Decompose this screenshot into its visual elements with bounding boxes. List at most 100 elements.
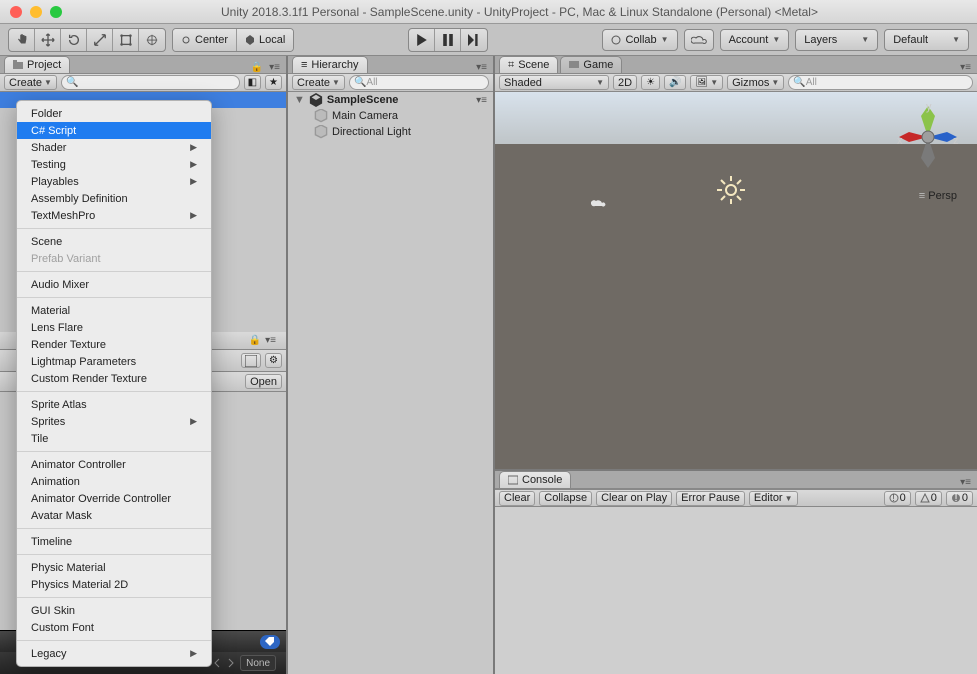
- menu-item-tile[interactable]: Tile: [17, 430, 211, 447]
- collab-button[interactable]: Collab▼: [602, 29, 677, 51]
- open-button[interactable]: Open: [245, 374, 282, 389]
- menu-item-physics-material-2d[interactable]: Physics Material 2D: [17, 576, 211, 593]
- hand-tool[interactable]: [9, 29, 35, 51]
- project-search[interactable]: 🔍: [61, 75, 240, 90]
- fx-toggle[interactable]: 🖼▼: [690, 75, 723, 90]
- menu-item-gui-skin[interactable]: GUI Skin: [17, 602, 211, 619]
- panel-menu[interactable]: ▾≡: [269, 62, 280, 73]
- play-button[interactable]: [409, 29, 435, 51]
- svg-text:z: z: [953, 135, 959, 147]
- scene-tab[interactable]: ⌗Scene: [499, 56, 558, 73]
- move-tool[interactable]: [35, 29, 61, 51]
- light-toggle[interactable]: ☀: [641, 75, 660, 90]
- project-create-button[interactable]: Create▼: [4, 75, 57, 90]
- draw-mode-select[interactable]: Shaded▼: [499, 75, 609, 90]
- menu-item-shader[interactable]: Shader▶: [17, 139, 211, 156]
- audio-toggle[interactable]: 🔊: [664, 75, 686, 90]
- menu-item-material[interactable]: Material: [17, 302, 211, 319]
- menu-item-avatar-mask[interactable]: Avatar Mask: [17, 507, 211, 524]
- panel-menu[interactable]: ▾≡: [265, 335, 276, 346]
- layers-button[interactable]: Layers▼: [795, 29, 878, 51]
- hierarchy-item[interactable]: Directional Light: [288, 124, 493, 140]
- menu-item-audio-mixer[interactable]: Audio Mixer: [17, 276, 211, 293]
- menu-item-lightmap-parameters[interactable]: Lightmap Parameters: [17, 353, 211, 370]
- panel-menu[interactable]: ▾≡: [960, 477, 971, 488]
- scale-tool[interactable]: [87, 29, 113, 51]
- menu-item-playables[interactable]: Playables▶: [17, 173, 211, 190]
- 2d-toggle[interactable]: 2D: [613, 75, 637, 90]
- chevron-left-icon[interactable]: [212, 658, 222, 668]
- inspector-icon[interactable]: [241, 353, 261, 368]
- scene-row[interactable]: ▼ SampleScene ▾≡: [288, 92, 493, 108]
- menu-item-testing[interactable]: Testing▶: [17, 156, 211, 173]
- game-icon: [569, 60, 579, 70]
- favorite-icon[interactable]: ★: [265, 75, 282, 90]
- clear-on-play-button[interactable]: Clear on Play: [596, 491, 672, 506]
- gear-icon[interactable]: ⚙: [265, 353, 282, 368]
- menu-item-textmeshpro[interactable]: TextMeshPro▶: [17, 207, 211, 224]
- menu-item-physic-material[interactable]: Physic Material: [17, 559, 211, 576]
- cloud-button[interactable]: [684, 29, 714, 51]
- project-tab[interactable]: Project: [4, 56, 70, 73]
- hierarchy-item[interactable]: Main Camera: [288, 108, 493, 124]
- rotate-tool[interactable]: [61, 29, 87, 51]
- tag-icon[interactable]: [260, 635, 280, 649]
- pivot-local-button[interactable]: Local: [237, 29, 293, 51]
- none-selector[interactable]: None: [240, 655, 276, 671]
- step-button[interactable]: [461, 29, 487, 51]
- svg-text:x: x: [897, 135, 903, 147]
- menu-item-prefab-variant: Prefab Variant: [17, 250, 211, 267]
- menu-item-lens-flare[interactable]: Lens Flare: [17, 319, 211, 336]
- error-pause-button[interactable]: Error Pause: [676, 491, 745, 506]
- panel-menu[interactable]: ▾≡: [476, 62, 487, 73]
- account-button[interactable]: Account▼: [720, 29, 790, 51]
- menu-item-custom-render-texture[interactable]: Custom Render Texture: [17, 370, 211, 387]
- collapse-button[interactable]: Collapse: [539, 491, 592, 506]
- gizmos-toggle[interactable]: Gizmos▼: [727, 75, 784, 90]
- sun-icon: [717, 176, 745, 204]
- hierarchy-create-button[interactable]: Create▼: [292, 75, 345, 90]
- menu-item-animation[interactable]: Animation: [17, 473, 211, 490]
- menu-item-custom-font[interactable]: Custom Font: [17, 619, 211, 636]
- menu-item-render-texture[interactable]: Render Texture: [17, 336, 211, 353]
- scene-search[interactable]: 🔍All: [788, 75, 973, 90]
- menu-item-sprite-atlas[interactable]: Sprite Atlas: [17, 396, 211, 413]
- window-title: Unity 2018.3.1f1 Personal - SampleScene.…: [62, 5, 977, 19]
- console-tab[interactable]: Console: [499, 471, 571, 488]
- error-count[interactable]: !0: [946, 491, 973, 506]
- menu-item-timeline[interactable]: Timeline: [17, 533, 211, 550]
- panel-menu[interactable]: ▾≡: [960, 62, 971, 73]
- menu-item-animator-controller[interactable]: Animator Controller: [17, 456, 211, 473]
- minimize-window[interactable]: [30, 6, 42, 18]
- menu-item-c-script[interactable]: C# Script: [17, 122, 211, 139]
- scene-view[interactable]: x z y ≡ Persp: [495, 92, 977, 471]
- warn-count[interactable]: 0: [915, 491, 942, 506]
- menu-item-scene[interactable]: Scene: [17, 233, 211, 250]
- hierarchy-tab[interactable]: ≡Hierarchy: [292, 56, 368, 73]
- console-output[interactable]: [495, 507, 977, 674]
- menu-item-sprites[interactable]: Sprites▶: [17, 413, 211, 430]
- rect-tool[interactable]: [113, 29, 139, 51]
- menu-item-legacy[interactable]: Legacy▶: [17, 645, 211, 662]
- lock-icon[interactable]: 🔒: [249, 335, 261, 346]
- pivot-center-button[interactable]: Center: [173, 29, 237, 51]
- scene-menu[interactable]: ▾≡: [476, 95, 487, 106]
- multi-tool[interactable]: [139, 29, 165, 51]
- menu-item-assembly-definition[interactable]: Assembly Definition: [17, 190, 211, 207]
- hierarchy-search[interactable]: 🔍All: [349, 75, 489, 90]
- clear-button[interactable]: Clear: [499, 491, 535, 506]
- orientation-gizmo[interactable]: x z y: [893, 102, 963, 172]
- menu-item-folder[interactable]: Folder: [17, 105, 211, 122]
- lock-icon[interactable]: 🔒: [251, 62, 263, 73]
- pause-button[interactable]: [435, 29, 461, 51]
- menu-item-animator-override-controller[interactable]: Animator Override Controller: [17, 490, 211, 507]
- zoom-window[interactable]: [50, 6, 62, 18]
- editor-button[interactable]: Editor▼: [749, 491, 798, 506]
- filter-icon[interactable]: ◧: [244, 75, 261, 90]
- chevron-right-icon[interactable]: [226, 658, 236, 668]
- close-window[interactable]: [10, 6, 22, 18]
- info-count[interactable]: !0: [884, 491, 911, 506]
- projection-label[interactable]: ≡ Persp: [919, 190, 957, 202]
- game-tab[interactable]: Game: [560, 56, 622, 73]
- layout-button[interactable]: Default▼: [884, 29, 969, 51]
